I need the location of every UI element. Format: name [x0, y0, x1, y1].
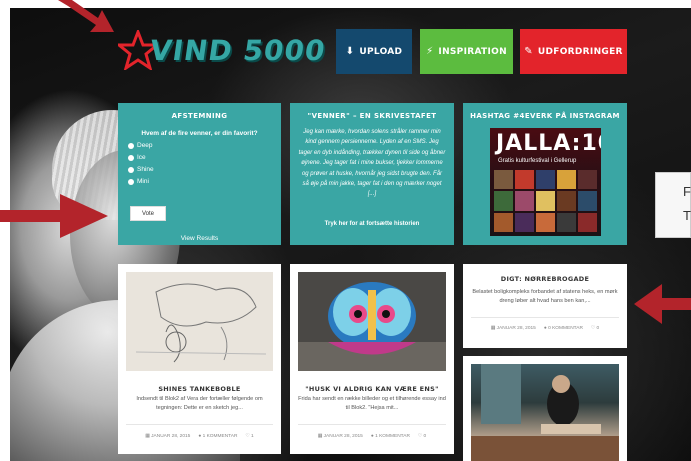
upload-label: UPLOAD: [359, 46, 403, 57]
comment-icon[interactable]: ● 1 KOMMENTAR: [198, 434, 237, 439]
photo-image: [471, 364, 619, 461]
instagram-subtitle: Gratis kulturfestival i Gellerup: [498, 158, 577, 164]
radio-icon[interactable]: [128, 178, 134, 185]
radio-icon[interactable]: [128, 142, 134, 149]
poll-option-label: Mini: [137, 178, 149, 185]
graffiti-image: [298, 272, 446, 371]
poll-option-mini[interactable]: Mini: [128, 178, 281, 185]
instagram-brand: JALLA:10: [496, 131, 601, 156]
radio-icon[interactable]: [128, 154, 134, 161]
instagram-title: HASHTAG #4EVERK PÅ INSTAGRAM: [470, 112, 620, 120]
poll-question: Hvem af de fire venner, er din favorit?: [141, 130, 258, 137]
post-image-photo[interactable]: [471, 364, 619, 461]
challenges-label: UDFORDRINGER: [537, 46, 623, 57]
post-date: JANUAR 28, 2015: [151, 434, 191, 439]
instagram-widget: HASHTAG #4EVERK PÅ INSTAGRAM JALLA:10 Gr…: [463, 103, 627, 245]
instagram-image[interactable]: JALLA:10 Gratis kulturfestival i Gelleru…: [490, 128, 601, 236]
comment-icon[interactable]: ● 0 KOMMENTAR: [544, 326, 583, 331]
post-card[interactable]: SHINES TANKEBOBLE Indsendt til Blok2 af …: [118, 264, 281, 454]
continue-story-link[interactable]: Tryk her for at fortsætte historien: [290, 221, 454, 227]
poll-option-label: Deep: [137, 142, 153, 149]
heart-icon[interactable]: ♡ 1: [245, 434, 253, 439]
post-image-sketch[interactable]: [126, 272, 273, 371]
post-card[interactable]: [463, 356, 627, 461]
download-icon: ⬇: [345, 46, 355, 57]
post-title[interactable]: "HUSK VI ALDRIG KAN VÆRE ENS": [290, 385, 454, 393]
view-results-link[interactable]: View Results: [118, 235, 281, 242]
side-info-box: F T: [655, 172, 691, 238]
post-title[interactable]: DIGT: NØRREBROGADE: [463, 275, 627, 283]
side-box-line1: F: [683, 184, 691, 199]
card-divider: [126, 424, 273, 425]
inspiration-label: INSPIRATION: [438, 46, 507, 57]
calendar-icon: ▦ JANUAR 28, 2015: [317, 434, 363, 439]
heart-icon[interactable]: ♡ 0: [591, 326, 599, 331]
post-card[interactable]: "HUSK VI ALDRIG KAN VÆRE ENS" Frida har …: [290, 264, 454, 454]
story-body: Jeg kan mærke, hvordan solens stråler ra…: [298, 129, 446, 198]
arrow-icon-right: [634, 284, 691, 324]
arrow-icon-top: [58, 0, 114, 32]
post-comments: 1 KOMMENTAR: [202, 434, 238, 439]
post-meta: ▦ JANUAR 28, 2015 ● 0 KOMMENTAR ♡ 0: [463, 326, 627, 331]
post-excerpt: Indsendt til Blok2 af Vera der fortæller…: [136, 396, 263, 411]
bolt-icon: ⚡: [426, 46, 434, 57]
post-meta: ▦ JANUAR 28, 2015 ● 1 KOMMENTAR ♡ 1: [118, 434, 281, 439]
post-meta: ▦ JANUAR 28, 2015 ● 1 KOMMENTAR ♡ 0: [290, 434, 454, 439]
story-title: "VENNER" – EN SKRIVESTAFET: [307, 112, 437, 120]
post-likes: 0: [423, 434, 427, 439]
sketch-drawing: [135, 283, 267, 363]
challenges-button[interactable]: ✎ UDFORDRINGER: [520, 29, 627, 74]
post-card[interactable]: DIGT: NØRREBROGADE Belastet boligkomplek…: [463, 264, 627, 348]
comment-icon[interactable]: ● 1 KOMMENTAR: [371, 434, 410, 439]
inspiration-button[interactable]: ⚡ INSPIRATION: [420, 29, 513, 74]
post-likes: 1: [251, 434, 254, 439]
arrow-icon-left: [0, 194, 108, 238]
post-date: JANUAR 28, 2015: [496, 326, 536, 331]
photo-collage: [494, 170, 597, 232]
poll-widget: AFSTEMNING Hvem af de fire venner, er di…: [118, 103, 281, 245]
post-comments: 1 KOMMENTAR: [375, 434, 410, 439]
story-widget: "VENNER" – EN SKRIVESTAFET Jeg kan mærke…: [290, 103, 454, 245]
vote-button[interactable]: Vote: [130, 206, 166, 221]
poll-title: AFSTEMNING: [171, 112, 228, 120]
post-likes: 0: [596, 326, 600, 331]
calendar-icon: ▦ JANUAR 28, 2015: [145, 434, 191, 439]
poll-option-shine[interactable]: Shine: [128, 166, 281, 173]
card-divider: [471, 317, 619, 318]
card-divider: [298, 424, 446, 425]
wrench-icon: ✎: [524, 46, 533, 57]
post-excerpt: Frida har sendt en række billeder og et …: [298, 396, 446, 411]
poll-option-ice[interactable]: Ice: [128, 154, 281, 161]
post-excerpt: Belastet boligkompleks forbandet af stat…: [472, 289, 618, 304]
side-box-line2: T: [683, 208, 691, 223]
poll-option-deep[interactable]: Deep: [128, 142, 281, 149]
heart-icon[interactable]: ♡ 0: [418, 434, 426, 439]
post-image-graffiti[interactable]: [298, 272, 446, 371]
poll-option-label: Shine: [137, 166, 154, 173]
upload-button[interactable]: ⬇ UPLOAD: [336, 29, 412, 74]
poll-option-label: Ice: [137, 154, 146, 161]
post-date: JANUAR 28, 2015: [323, 434, 363, 439]
post-title[interactable]: SHINES TANKEBOBLE: [118, 385, 281, 393]
calendar-icon: ▦ JANUAR 28, 2015: [490, 326, 536, 331]
radio-icon[interactable]: [128, 166, 134, 173]
post-comments: 0 KOMMENTAR: [548, 326, 583, 331]
